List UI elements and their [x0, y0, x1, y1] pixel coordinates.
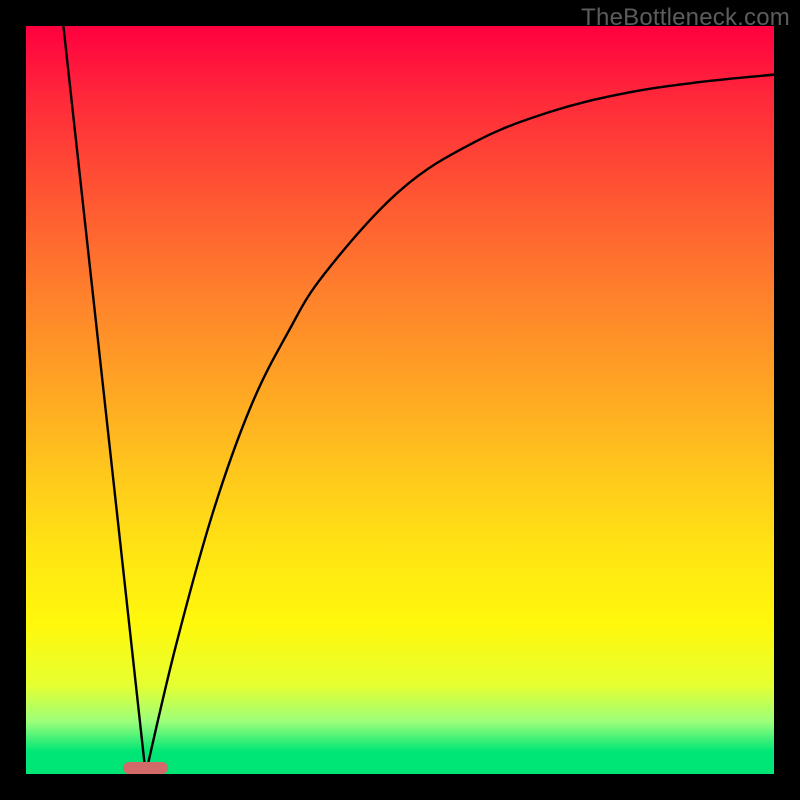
bottleneck-curve [26, 26, 774, 774]
left-line [63, 26, 145, 774]
plot-area [26, 26, 774, 774]
optimal-marker [123, 762, 168, 774]
chart-frame: TheBottleneck.com [0, 0, 800, 800]
right-curve [146, 75, 774, 774]
watermark-text: TheBottleneck.com [581, 4, 790, 32]
